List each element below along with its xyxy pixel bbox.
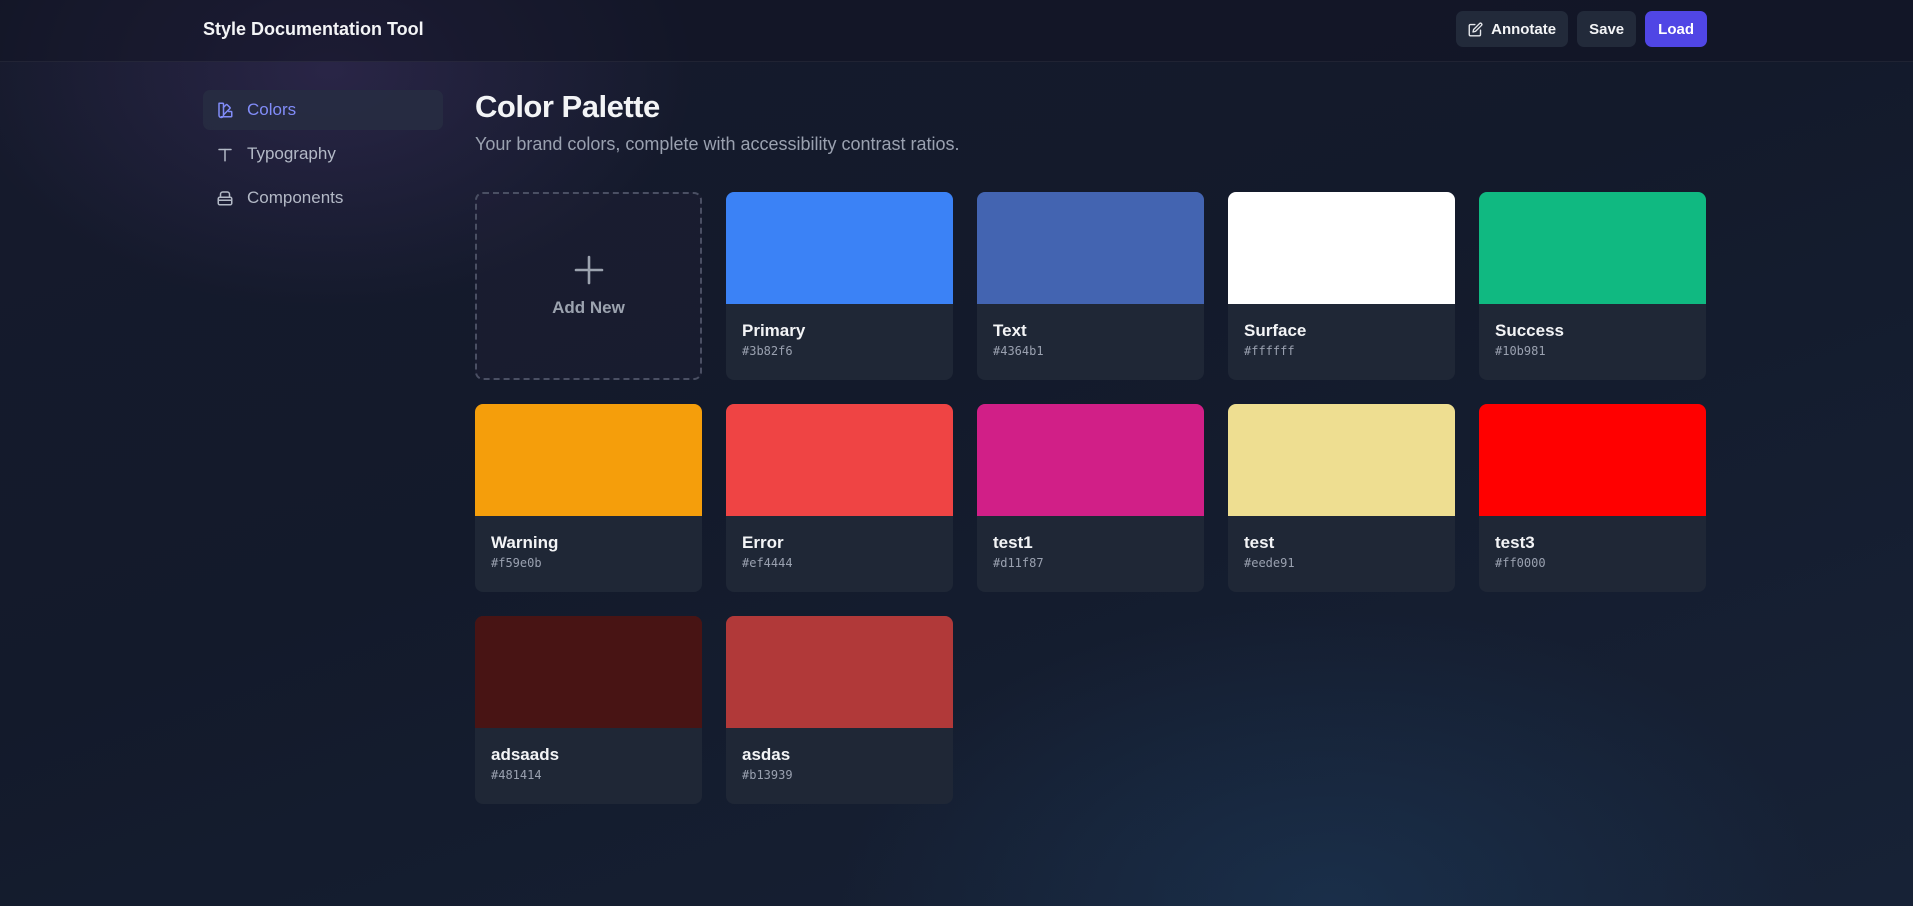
color-hex: #ef4444 xyxy=(742,556,793,570)
color-hex: #f59e0b xyxy=(491,556,542,570)
color-info: Success #10b981 xyxy=(1479,304,1706,358)
color-swatch xyxy=(1479,192,1706,304)
color-swatch xyxy=(1479,404,1706,516)
color-info: test1 #d11f87 xyxy=(977,516,1204,570)
color-name: asdas xyxy=(742,745,791,764)
color-swatch xyxy=(977,404,1204,516)
color-card[interactable]: test1 #d11f87 xyxy=(977,404,1204,592)
color-info: test3 #ff0000 xyxy=(1479,516,1706,570)
palette-icon xyxy=(216,101,234,119)
color-hex: #eede91 xyxy=(1244,556,1295,570)
color-info: Surface #ffffff xyxy=(1228,304,1455,358)
color-swatch xyxy=(726,616,953,728)
component-icon xyxy=(216,189,234,207)
color-hex: #481414 xyxy=(491,768,542,782)
color-info: adsaads #481414 xyxy=(475,728,702,782)
color-swatch xyxy=(977,192,1204,304)
color-card[interactable]: test #eede91 xyxy=(1228,404,1455,592)
color-info: test #eede91 xyxy=(1228,516,1455,570)
color-swatch xyxy=(1228,404,1455,516)
add-new-label: Add New xyxy=(552,298,625,317)
color-hex: #d11f87 xyxy=(993,556,1044,570)
color-info: asdas #b13939 xyxy=(726,728,953,782)
color-swatch xyxy=(726,192,953,304)
edit-icon xyxy=(1468,22,1483,37)
color-name: test3 xyxy=(1495,533,1535,552)
sidebar-item-components[interactable]: Components xyxy=(203,178,443,218)
annotate-button[interactable]: Annotate xyxy=(1456,11,1569,47)
color-card[interactable]: asdas #b13939 xyxy=(726,616,953,804)
app-title: Style Documentation Tool xyxy=(203,19,424,39)
color-swatch xyxy=(1228,192,1455,304)
color-hex: #b13939 xyxy=(742,768,793,782)
sidebar: Colors Typography Components xyxy=(203,90,443,222)
load-button[interactable]: Load xyxy=(1645,11,1707,47)
text-icon xyxy=(216,145,234,163)
color-name: Text xyxy=(993,321,1027,340)
color-name: test xyxy=(1244,533,1275,552)
annotate-label: Annotate xyxy=(1491,20,1557,38)
top-bar: Style Documentation Tool Annotate Save L… xyxy=(0,0,1913,62)
save-button[interactable]: Save xyxy=(1577,11,1637,47)
color-grid: Add New Primary #3b82f6 Text #4364b1 Surface… xyxy=(475,192,1706,804)
color-hex: #ffffff xyxy=(1244,344,1295,358)
color-name: Success xyxy=(1495,321,1564,340)
color-name: Warning xyxy=(491,533,559,552)
color-info: Primary #3b82f6 xyxy=(726,304,953,358)
color-hex: #ff0000 xyxy=(1495,556,1546,570)
color-card[interactable]: Surface #ffffff xyxy=(1228,192,1455,380)
color-name: Surface xyxy=(1244,321,1307,340)
color-name: adsaads xyxy=(491,745,560,764)
color-card[interactable]: Success #10b981 xyxy=(1479,192,1706,380)
color-card[interactable]: Error #ef4444 xyxy=(726,404,953,592)
color-info: Text #4364b1 xyxy=(977,304,1204,358)
sidebar-item-label: Colors xyxy=(247,100,297,119)
color-name: Error xyxy=(742,533,784,552)
color-hex: #4364b1 xyxy=(993,344,1044,358)
sidebar-item-label: Typography xyxy=(247,144,336,163)
color-card[interactable]: Primary #3b82f6 xyxy=(726,192,953,380)
color-name: test1 xyxy=(993,533,1033,552)
add-new-color-button[interactable]: Add New xyxy=(475,192,702,380)
color-swatch xyxy=(475,404,702,516)
color-card[interactable]: adsaads #481414 xyxy=(475,616,702,804)
main-content: Color Palette Your brand colors, complet… xyxy=(475,88,1708,804)
color-swatch xyxy=(726,404,953,516)
header-actions: Annotate Save Load xyxy=(1456,11,1707,47)
color-hex: #3b82f6 xyxy=(742,344,793,358)
page-title: Color Palette xyxy=(475,89,660,124)
sidebar-item-colors[interactable]: Colors xyxy=(203,90,443,130)
page-subtitle: Your brand colors, complete with accessi… xyxy=(475,134,960,154)
color-name: Primary xyxy=(742,321,806,340)
color-card[interactable]: Warning #f59e0b xyxy=(475,404,702,592)
plus-icon xyxy=(573,254,605,286)
color-swatch xyxy=(475,616,702,728)
color-card[interactable]: test3 #ff0000 xyxy=(1479,404,1706,592)
color-hex: #10b981 xyxy=(1495,344,1546,358)
sidebar-item-typography[interactable]: Typography xyxy=(203,134,443,174)
color-info: Error #ef4444 xyxy=(726,516,953,570)
color-card[interactable]: Text #4364b1 xyxy=(977,192,1204,380)
sidebar-item-label: Components xyxy=(247,188,344,207)
color-info: Warning #f59e0b xyxy=(475,516,702,570)
